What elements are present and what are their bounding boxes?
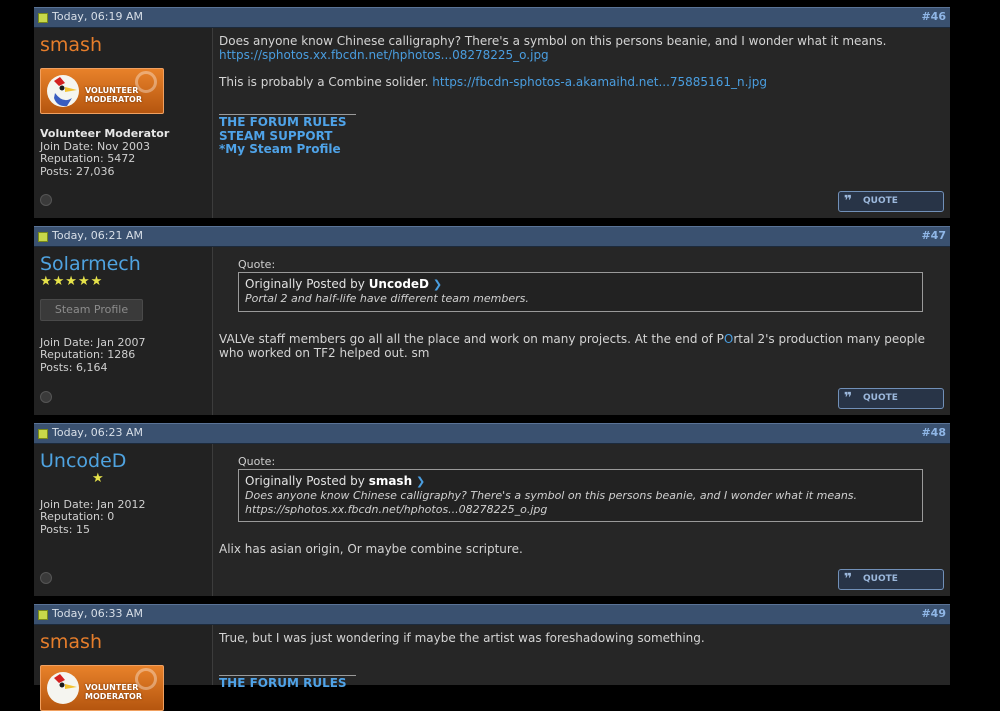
quote-text: Does anyone know Chinese calligraphy? Th…: [245, 489, 858, 502]
rank-stars: ★★★★★: [40, 274, 104, 289]
moderator-badge: VOLUNTEER MODERATOR: [40, 68, 164, 114]
message-text: Alix has asian origin, Or maybe combine …: [219, 542, 523, 556]
message-link[interactable]: https://sphotos.xx.fbcdn.net/hphotos...0…: [219, 48, 549, 62]
message-line: This is probably a Combine solider.: [219, 75, 429, 89]
user-info: smash VOLUNTEER MODERATOR: [34, 625, 213, 711]
quote-box: Originally Posted by smash ❯ Does anyone…: [238, 469, 923, 522]
post-47: Today, 06:21 AM #47 Solarmech ★★★★★ Stea…: [34, 226, 950, 415]
moderator-badge: VOLUNTEER MODERATOR: [40, 665, 164, 711]
offline-status-icon: [40, 194, 52, 206]
post-number-link[interactable]: #48: [921, 426, 946, 439]
post-date: Today, 06:19 AM: [52, 10, 144, 23]
post-count: Posts: 6,164: [40, 361, 108, 374]
post-body: UncodeD ★ Join Date: Jan 2012 Reputation…: [34, 444, 950, 596]
username-link[interactable]: UncodeD: [40, 450, 126, 472]
message-link[interactable]: https://fbcdn-sphotos-a.akamaihd.net...7…: [432, 75, 767, 89]
post-date: Today, 06:33 AM: [52, 607, 144, 620]
message-area: True, but I was just wondering if maybe …: [213, 625, 950, 690]
reputation: Reputation: 1286: [40, 348, 136, 361]
quote-icon: ❞: [844, 193, 853, 209]
message-text: True, but I was just wondering if maybe …: [219, 631, 705, 645]
message-area: Quote: Originally Posted by UncodeD ❯ Po…: [213, 247, 950, 415]
quote-attribution: Originally Posted by smash ❯: [245, 474, 916, 488]
sig-link-forum-rules[interactable]: THE FORUM RULES: [219, 676, 347, 690]
user-info: UncodeD ★ Join Date: Jan 2012 Reputation…: [34, 444, 213, 596]
post-number-link[interactable]: #47: [921, 229, 946, 242]
username-link[interactable]: smash: [40, 34, 102, 56]
quote-prefix: Originally Posted by: [245, 277, 365, 291]
reputation: Reputation: 5472: [40, 152, 136, 165]
post-49: Today, 06:33 AM #49 smash VOLUNTEER MODE…: [34, 604, 950, 711]
post-header: Today, 06:19 AM #46: [34, 7, 950, 28]
badge-text: VOLUNTEER MODERATOR: [85, 86, 143, 104]
username-link[interactable]: Solarmech: [40, 253, 141, 275]
woodpecker-icon: [47, 672, 79, 704]
quote-icon: ❞: [844, 390, 853, 406]
quote-link[interactable]: https://sphotos.xx.fbcdn.net/hphotos...0…: [245, 503, 916, 516]
view-post-arrow-icon[interactable]: ❯: [416, 475, 425, 488]
quote-header: Quote:: [238, 258, 276, 271]
quote-author: smash: [368, 474, 413, 488]
quote-button[interactable]: ❞ QUOTE: [838, 388, 944, 409]
message-text: Does anyone know Chinese calligraphy? Th…: [219, 34, 944, 62]
post-date: Today, 06:23 AM: [52, 426, 144, 439]
view-post-arrow-icon[interactable]: ❯: [433, 278, 442, 291]
post-48: Today, 06:23 AM #48 UncodeD ★ Join Date:…: [34, 423, 950, 596]
message-line: Does anyone know Chinese calligraphy? Th…: [219, 34, 887, 48]
quote-button[interactable]: ❞ QUOTE: [838, 191, 944, 212]
quote-header: Quote:: [238, 455, 276, 468]
quote-button-label: QUOTE: [863, 393, 898, 403]
user-info: smash VOLUNTEER MODERATOR Volunteer Mode…: [34, 28, 213, 218]
post-body: smash VOLUNTEER MODERATOR Volunteer Mode…: [34, 28, 950, 218]
reputation: Reputation: 0: [40, 510, 115, 523]
new-post-icon: [38, 429, 48, 439]
post-number-link[interactable]: #49: [921, 607, 946, 620]
quote-prefix: Originally Posted by: [245, 474, 365, 488]
quote-text: Portal 2 and half-life have different te…: [245, 292, 529, 305]
badge-text: VOLUNTEER MODERATOR: [85, 683, 143, 701]
new-post-icon: [38, 232, 48, 242]
sig-link-steam-support[interactable]: STEAM SUPPORT: [219, 129, 333, 143]
message-area: Quote: Originally Posted by smash ❯ Does…: [213, 444, 950, 596]
username-link[interactable]: smash: [40, 631, 102, 653]
quote-author: UncodeD: [368, 277, 430, 291]
quote-box: Originally Posted by UncodeD ❯ Portal 2 …: [238, 272, 923, 312]
post-body: smash VOLUNTEER MODERATOR True, but I wa…: [34, 625, 950, 711]
message-text: VALVe staff members go all all the place…: [219, 332, 944, 360]
post-header: Today, 06:23 AM #48: [34, 423, 950, 444]
message-text: This is probably a Combine solider. http…: [219, 75, 944, 89]
quote-button-label: QUOTE: [863, 574, 898, 584]
post-count: Posts: 15: [40, 523, 90, 536]
post-header: Today, 06:33 AM #49: [34, 604, 950, 625]
quote-icon: ❞: [844, 571, 853, 587]
quote-button-label: QUOTE: [863, 196, 898, 206]
user-title: Volunteer Moderator: [40, 127, 170, 140]
message-area: Does anyone know Chinese calligraphy? Th…: [213, 28, 950, 218]
new-post-icon: [38, 13, 48, 23]
sig-link-forum-rules[interactable]: THE FORUM RULES: [219, 115, 347, 129]
woodpecker-icon: [47, 75, 79, 107]
message-part: VALVe staff members go all all the place…: [219, 332, 724, 346]
rank-stars: ★: [92, 471, 105, 486]
post-46: Today, 06:19 AM #46 smash VOLUNTEER MODE…: [34, 7, 950, 218]
new-post-icon: [38, 610, 48, 620]
post-body: Solarmech ★★★★★ Steam Profile Join Date:…: [34, 247, 950, 415]
steam-profile-button[interactable]: Steam Profile: [40, 299, 143, 321]
post-number-link[interactable]: #46: [921, 10, 946, 23]
sig-link-steam-profile[interactable]: *My Steam Profile: [219, 142, 341, 156]
user-info: Solarmech ★★★★★ Steam Profile Join Date:…: [34, 247, 213, 415]
post-count: Posts: 27,036: [40, 165, 115, 178]
post-date: Today, 06:21 AM: [52, 229, 144, 242]
offline-status-icon: [40, 572, 52, 584]
post-header: Today, 06:21 AM #47: [34, 226, 950, 247]
message-highlight: O: [723, 332, 734, 346]
quote-button[interactable]: ❞ QUOTE: [838, 569, 944, 590]
quote-attribution: Originally Posted by UncodeD ❯: [245, 277, 916, 291]
offline-status-icon: [40, 391, 52, 403]
